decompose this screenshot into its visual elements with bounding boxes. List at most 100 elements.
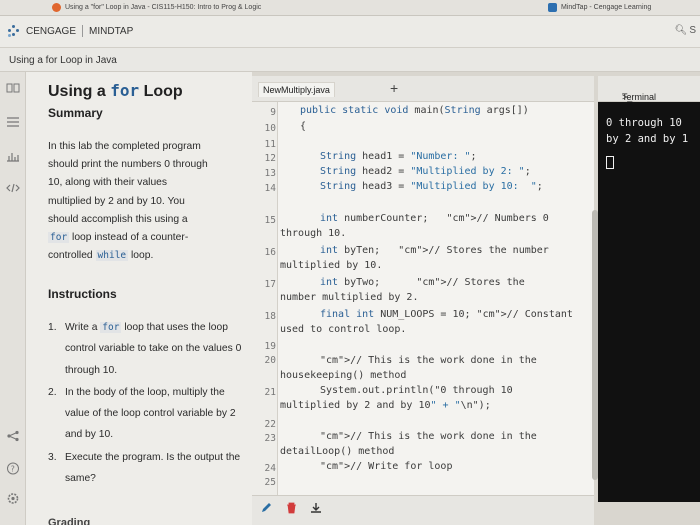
lab-title: Using a for Loop xyxy=(48,81,183,101)
terminal-header: >_ Terminal xyxy=(598,76,700,102)
code-line-wrap: used to control loop. xyxy=(280,324,407,335)
step-number: 1. xyxy=(48,322,57,333)
line-number: 9 xyxy=(270,107,276,118)
instructions-heading: Instructions xyxy=(48,287,117,301)
pencil-icon[interactable] xyxy=(260,502,272,517)
line-number: 22 xyxy=(264,419,276,430)
line-number: 16 xyxy=(264,247,276,258)
search-button[interactable]: 🔍︎ S xyxy=(675,25,696,36)
summary-line: multiplied by 2 and by 10. You xyxy=(48,195,185,207)
line-number: 21 xyxy=(264,387,276,398)
search-icon: 🔍︎ xyxy=(674,25,688,36)
step-text: In the body of the loop, multiply the va… xyxy=(65,386,236,441)
instruction-steps: 1. Write a for loop that uses the loop c… xyxy=(48,317,244,490)
step-item: 1. Write a for loop that uses the loop c… xyxy=(48,317,244,381)
summary-line-text: loop. xyxy=(131,250,154,262)
editor-tab-bar: NewMultiply.java + xyxy=(252,76,594,102)
instructions-panel: Using a for Loop Summary In this lab the… xyxy=(26,72,252,525)
code-line: final int NUM_LOOPS = 10; "cm">// Consta… xyxy=(320,309,573,320)
code-line: "cm">// This is the work done in the xyxy=(320,431,537,442)
settings-icon[interactable] xyxy=(6,492,20,507)
cengage-label: CENGAGE xyxy=(26,25,77,37)
code-line: String head1 = "Number: "; xyxy=(320,151,477,162)
line-number: 11 xyxy=(264,139,276,150)
brand-bar: CENGAGE MINDTAP 🔍︎ S xyxy=(0,16,700,48)
title-code: for xyxy=(110,81,140,100)
code-icon[interactable] xyxy=(6,182,20,196)
line-number: 18 xyxy=(264,311,276,322)
chart-icon[interactable] xyxy=(6,150,20,164)
download-icon[interactable] xyxy=(310,502,322,517)
line-number: 23 xyxy=(264,433,276,444)
line-number: 25 xyxy=(264,477,276,488)
code-line-wrap: number multiplied by 2. xyxy=(280,292,419,303)
title-text-end: Loop xyxy=(139,83,183,100)
step-text: Execute the program. Is the output the s… xyxy=(65,451,241,485)
inline-code-for: for xyxy=(48,232,70,244)
summary-heading: Summary xyxy=(48,106,103,120)
next-heading-partial: Grading xyxy=(48,517,91,525)
svg-text:?: ? xyxy=(11,465,15,474)
title-text: Using a xyxy=(48,83,111,100)
code-line: { xyxy=(300,121,307,132)
summary-line: controlled while loop. xyxy=(48,247,244,265)
terminal-output[interactable]: 0 through 10 by 2 and by 1 xyxy=(598,102,700,502)
code-line-wrap: multiplied by 2 and by 10" + "\n"); xyxy=(280,400,491,411)
add-file-button[interactable]: + xyxy=(390,80,398,96)
file-tab[interactable]: NewMultiply.java xyxy=(258,82,335,97)
code-line: public static void main(String args[]) xyxy=(300,105,529,116)
line-number: 19 xyxy=(264,341,276,352)
trash-icon[interactable] xyxy=(286,502,297,517)
step-text: Write a xyxy=(65,322,101,333)
inline-code-while: while xyxy=(95,250,129,262)
summary-line: In this lab the completed program xyxy=(48,141,201,152)
tab-title: Using a "for" Loop in Java - CIS115-H150… xyxy=(65,4,262,11)
code-line-wrap: detailLoop() method xyxy=(280,446,395,457)
line-number: 20 xyxy=(264,355,276,366)
summary-line: 10, along with their values xyxy=(48,177,168,189)
step-item: 3. Execute the program. Is the output th… xyxy=(48,447,244,490)
line-number: 13 xyxy=(264,168,276,179)
brand-logo[interactable]: CENGAGE MINDTAP xyxy=(8,25,133,37)
summary-line-text: controlled xyxy=(48,250,93,262)
code-line: int byTwo; "cm">// Stores the xyxy=(320,277,525,288)
code-line: int numberCounter; "cm">// Numbers 0 xyxy=(320,213,549,224)
step-number: 3. xyxy=(48,451,57,463)
code-line: "cm">// Write for loop xyxy=(320,461,453,472)
step-item: 2. In the body of the loop, multiply the… xyxy=(48,382,244,446)
share-icon[interactable] xyxy=(6,430,20,444)
terminal-text: 0 through 10 by 2 and by 1 xyxy=(606,117,689,145)
brand-divider xyxy=(82,25,84,37)
code-line-wrap: multiplied by 10. xyxy=(280,260,383,271)
line-number: 10 xyxy=(264,123,276,134)
line-number: 24 xyxy=(264,463,276,474)
mindtap-label: MINDTAP xyxy=(89,25,134,37)
line-number: 14 xyxy=(264,183,276,194)
line-number: 12 xyxy=(264,153,276,164)
search-label: S xyxy=(689,25,696,36)
line-number: 15 xyxy=(264,215,276,226)
summary-paragraph: In this lab the completed program should… xyxy=(48,138,244,265)
code-line: int byTen; "cm">// Stores the number xyxy=(320,245,549,256)
code-line: String head3 = "Multiplied by 10: "; xyxy=(320,181,543,192)
browser-tab-mindtap[interactable]: MindTap - Cengage Learning xyxy=(548,3,651,12)
editor-toolbar xyxy=(252,495,594,525)
code-line-wrap: through 10. xyxy=(280,228,347,239)
code-line: String head2 = "Multiplied by 2: "; xyxy=(320,166,531,177)
breadcrumb: Using a for Loop in Java xyxy=(0,48,700,72)
code-line: System.out.println("0 through 10 xyxy=(320,385,513,396)
help-icon[interactable]: ? xyxy=(6,462,20,477)
code-line: "cm">// This is the work done in the xyxy=(320,355,537,366)
breadcrumb-title: Using a for Loop in Java xyxy=(9,55,117,66)
summary-line: should print the numbers 0 through xyxy=(48,159,208,171)
code-line-wrap: housekeeping() method xyxy=(280,370,407,381)
book-icon[interactable] xyxy=(6,82,20,96)
line-number: 17 xyxy=(264,279,276,290)
browser-tab-lab[interactable]: Using a "for" Loop in Java - CIS115-H150… xyxy=(52,3,261,12)
summary-line: for loop instead of a counter- xyxy=(48,229,244,247)
list-icon[interactable] xyxy=(6,116,20,130)
cengage-logo-icon xyxy=(8,25,20,37)
step-number: 2. xyxy=(48,386,57,398)
summary-line-text: loop instead of a counter- xyxy=(72,232,189,244)
terminal-cursor xyxy=(606,156,614,169)
